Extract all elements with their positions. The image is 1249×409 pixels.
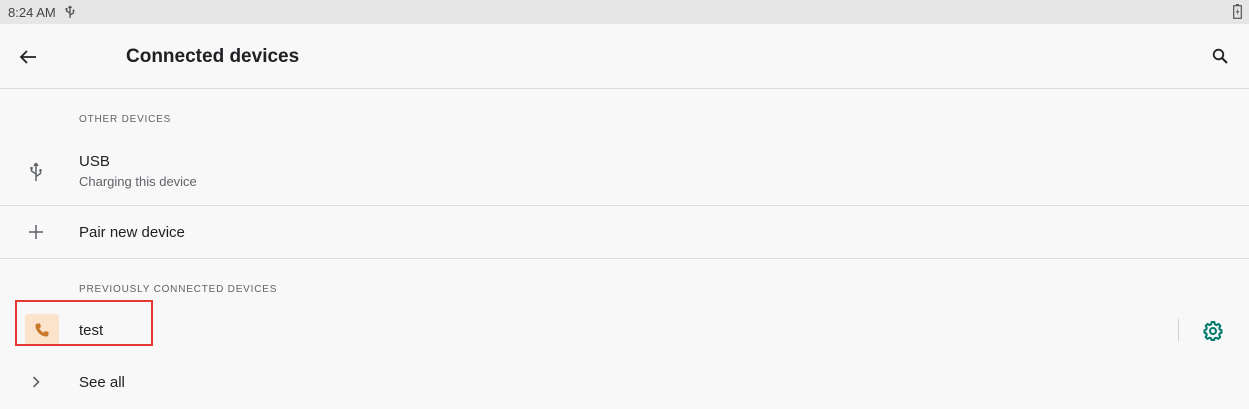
pair-new-device-label: Pair new device [79,224,185,241]
phone-icon [25,314,59,346]
pair-new-device-row[interactable]: Pair new device [0,206,1249,258]
arrow-back-icon [19,50,36,64]
gear-icon [1203,321,1223,341]
status-time: 8:24 AM [8,4,56,20]
usb-icon [64,5,76,19]
device-name: test [79,322,104,339]
search-button[interactable] [1207,43,1233,69]
divider [0,258,1249,259]
section-header-previously-connected: PREVIOUSLY CONNECTED DEVICES [79,284,278,295]
see-all-label: See all [79,374,125,391]
search-icon [1212,48,1228,64]
plus-icon [22,218,50,246]
device-row-test[interactable]: test [0,306,1249,354]
see-all-row[interactable]: See all [0,358,1249,409]
section-header-other-devices: OTHER DEVICES [79,114,172,125]
usb-subtitle: Charging this device [79,174,197,189]
status-bar: 8:24 AM [0,0,1249,24]
usb-title: USB [79,153,110,170]
page-title: Connected devices [126,46,300,67]
device-settings-button[interactable] [1200,318,1226,344]
back-button[interactable] [14,43,42,71]
chevron-right-icon [22,368,50,396]
vertical-separator [1178,319,1179,341]
usb-icon [22,158,50,186]
app-bar: Connected devices [0,24,1249,89]
battery-charging-icon [1233,4,1242,19]
usb-row[interactable]: USB Charging this device [0,143,1249,205]
